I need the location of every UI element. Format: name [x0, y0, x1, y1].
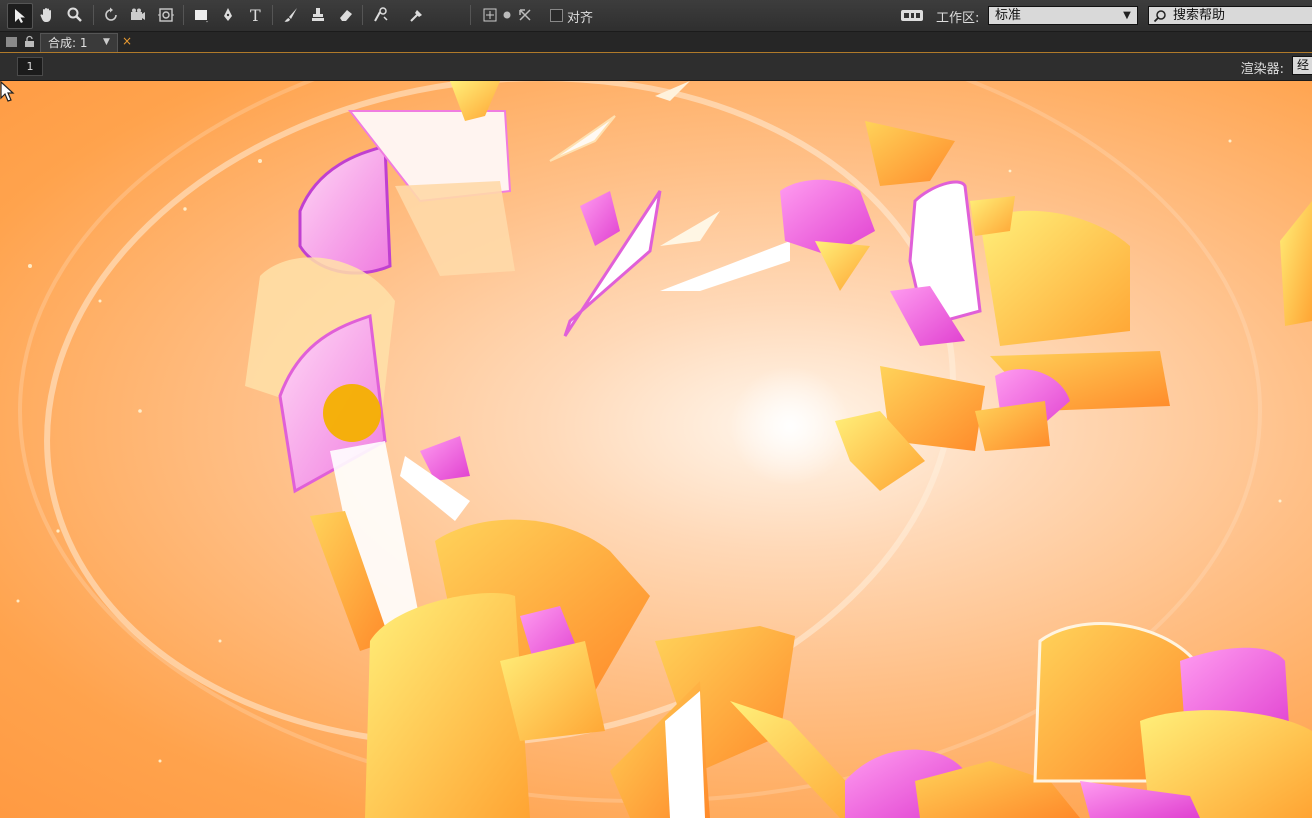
composition-number[interactable]: 1 [17, 57, 43, 76]
click-indicator [323, 384, 381, 442]
toolbar-divider [362, 5, 363, 25]
selection-tool-icon[interactable] [7, 3, 33, 29]
snap-checkbox[interactable] [550, 9, 563, 22]
toolbar-divider [93, 5, 94, 25]
close-icon[interactable]: × [122, 34, 132, 48]
workspace-value: 标准 [995, 8, 1022, 23]
roto-brush-tool-icon[interactable] [369, 3, 393, 27]
puppet-pin-tool-icon[interactable] [405, 3, 429, 27]
tab-dropdown-icon[interactable]: ▼ [103, 37, 110, 47]
svg-text:T: T [250, 6, 261, 24]
hand-tool-icon[interactable] [35, 3, 59, 27]
type-tool-icon[interactable]: T [244, 3, 268, 27]
help-search-input[interactable]: 搜索帮助 [1148, 6, 1312, 25]
toolbar: T 对齐 工作区: 标准 ▼ 搜索帮助 [0, 0, 1312, 32]
chevron-down-icon: ▼ [1123, 10, 1131, 21]
search-icon [1153, 10, 1166, 23]
clone-stamp-tool-icon[interactable] [306, 3, 330, 27]
panel-menu-icon[interactable] [6, 37, 17, 47]
eraser-tool-icon[interactable] [334, 3, 358, 27]
renderer-label: 渲染器: [1240, 62, 1284, 77]
pan-behind-tool-icon[interactable] [154, 3, 178, 27]
mouse-cursor-icon [0, 81, 15, 102]
workspace-icon[interactable] [900, 8, 924, 23]
composition-header: 1 渲染器: 经 [0, 53, 1312, 81]
rotation-tool-icon[interactable] [99, 3, 123, 27]
workspace-label: 工作区: [936, 11, 980, 26]
brush-tool-icon[interactable] [279, 3, 303, 27]
workspace-select[interactable]: 标准 ▼ [988, 6, 1138, 25]
zoom-tool-icon[interactable] [63, 3, 87, 27]
toolbar-divider [470, 5, 471, 25]
rectangle-tool-icon[interactable] [189, 3, 213, 27]
toolbar-divider [272, 5, 273, 25]
toolbar-divider [183, 5, 184, 25]
help-search-placeholder: 搜索帮助 [1173, 8, 1226, 23]
tab-composition-label: 合成: 1 [48, 36, 88, 50]
lock-icon[interactable] [24, 35, 35, 48]
composition-artwork [16, 81, 1312, 818]
renderer-select[interactable]: 经 [1292, 56, 1312, 75]
camera-orbit-tool-icon[interactable] [126, 3, 150, 27]
pen-tool-icon[interactable] [216, 3, 240, 27]
composition-viewer[interactable] [0, 81, 1312, 818]
composition-tab-bar: 合成: 1 ▼ × [0, 32, 1312, 53]
snap-label: 对齐 [567, 11, 594, 26]
view-axis-icon[interactable] [513, 3, 537, 27]
